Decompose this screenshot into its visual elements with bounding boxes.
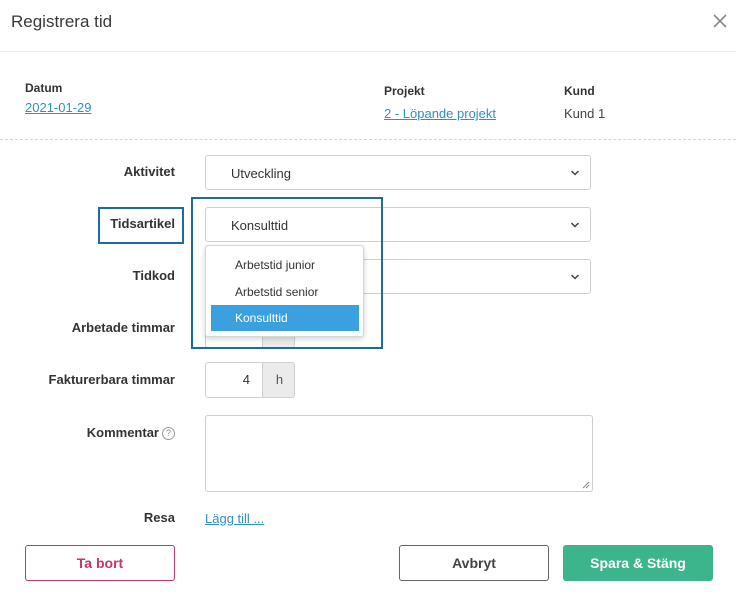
aktivitet-select[interactable]: Utveckling	[205, 155, 591, 190]
dropdown-option-arbetstid-senior[interactable]: Arbetstid senior	[211, 279, 359, 305]
arbetade-timmar-label: Arbetade timmar	[71, 320, 175, 335]
save-close-button[interactable]: Spara & Stäng	[563, 545, 713, 581]
dialog-title: Registrera tid	[11, 12, 113, 31]
fakturerbara-timmar-label: Fakturerbara timmar	[48, 372, 175, 387]
aktivitet-value: Utveckling	[231, 166, 291, 181]
fakturerbara-timmar-unit: h	[262, 363, 294, 397]
chevron-down-icon	[570, 274, 580, 280]
close-icon[interactable]	[711, 12, 729, 30]
fakturerbara-timmar-input[interactable]: 4 h	[205, 362, 295, 398]
tidkod-label: Tidkod	[132, 268, 175, 283]
kund-value: Kund 1	[564, 106, 606, 121]
projekt-link[interactable]: 2 - Löpande projekt	[384, 106, 496, 121]
chevron-down-icon	[570, 222, 580, 228]
dropdown-option-arbetstid-junior[interactable]: Arbetstid junior	[211, 252, 359, 278]
kommentar-textarea[interactable]	[205, 415, 593, 492]
tidsartikel-value: Konsulttid	[231, 218, 289, 233]
tidsartikel-dropdown: Arbetstid junior Arbetstid senior Konsul…	[205, 245, 364, 337]
resa-add-link[interactable]: Lägg till ...	[205, 511, 264, 526]
aktivitet-label: Aktivitet	[123, 164, 175, 179]
datum-label: Datum	[25, 81, 63, 95]
tidsartikel-label: Tidsartikel	[110, 216, 175, 231]
datum-link[interactable]: 2021-01-29	[25, 100, 92, 115]
cancel-button[interactable]: Avbryt	[399, 545, 549, 581]
resa-label: Resa	[143, 510, 175, 525]
kommentar-label: Kommentar?	[0, 425, 175, 440]
dropdown-option-konsulttid[interactable]: Konsulttid	[211, 305, 359, 331]
delete-button[interactable]: Ta bort	[25, 545, 175, 581]
kommentar-label-text: Kommentar	[86, 425, 159, 440]
help-icon[interactable]: ?	[162, 427, 175, 440]
resize-handle-icon[interactable]	[582, 481, 590, 489]
tidsartikel-select[interactable]: Konsulttid	[205, 207, 591, 242]
kund-label: Kund	[564, 84, 595, 98]
meta-divider	[0, 139, 736, 140]
chevron-down-icon	[570, 170, 580, 176]
header-divider	[0, 51, 736, 52]
projekt-label: Projekt	[384, 84, 425, 98]
fakturerbara-timmar-value: 4	[242, 372, 250, 387]
